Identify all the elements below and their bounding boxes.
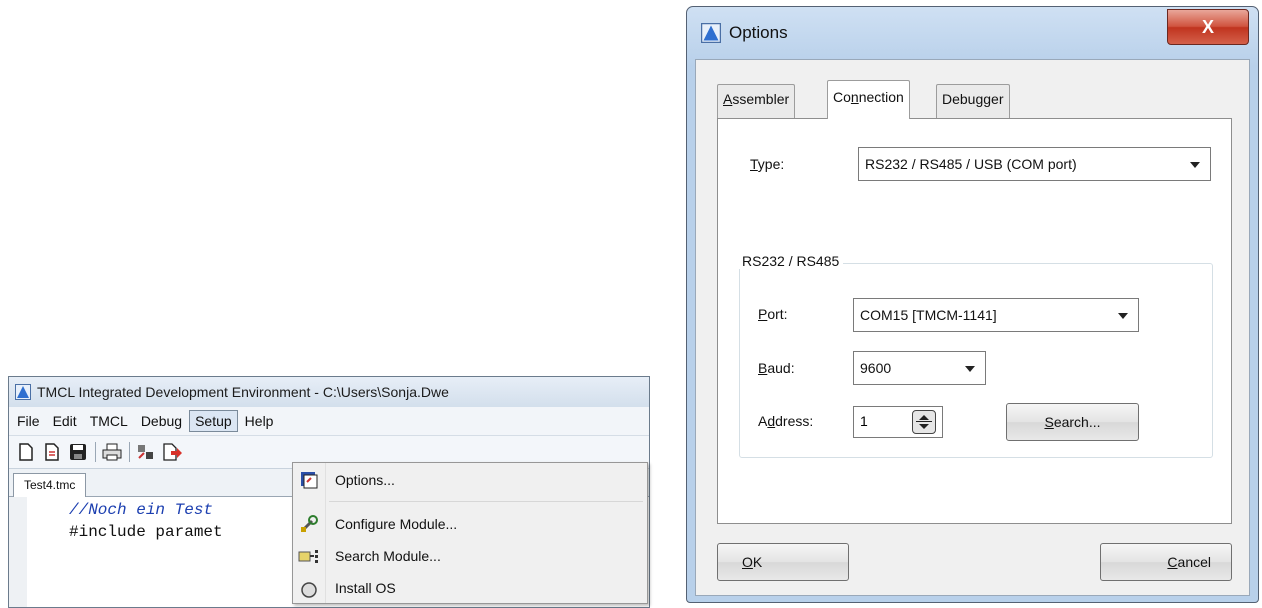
menu-item-options[interactable]: Options...	[293, 465, 647, 495]
menu-item-label: Configure Module...	[335, 516, 458, 532]
chevron-down-icon	[1190, 162, 1200, 168]
spin-arrows-icon[interactable]	[912, 410, 936, 434]
download-icon	[163, 443, 182, 461]
dialog-body: Assembler Connection Debugger Type: RS23…	[695, 59, 1250, 596]
menu-help[interactable]: Help	[239, 410, 280, 432]
baud-select[interactable]: 9600	[853, 351, 986, 385]
tab-debugger[interactable]: Debugger	[936, 84, 1010, 118]
save-button[interactable]	[67, 441, 89, 463]
print-button[interactable]	[101, 441, 123, 463]
chevron-down-icon	[1118, 313, 1128, 319]
baud-label: Baud:	[758, 360, 795, 376]
new-file-button[interactable]	[15, 441, 37, 463]
close-icon: X	[1201, 16, 1214, 37]
print-icon	[102, 443, 122, 461]
open-file-icon	[45, 443, 59, 461]
chevron-down-icon	[965, 366, 975, 372]
port-label: Port:	[758, 306, 788, 322]
code-line: #include paramet	[69, 523, 223, 541]
dialog-title-bar: Options	[701, 21, 788, 45]
close-button[interactable]: X	[1167, 9, 1249, 45]
options-icon	[301, 472, 318, 489]
tab-connection[interactable]: Connection	[827, 80, 910, 119]
ide-title: TMCL Integrated Development Environment …	[37, 384, 449, 400]
baud-select-value: 9600	[860, 360, 892, 376]
open-file-button[interactable]	[41, 441, 63, 463]
menu-file[interactable]: File	[11, 410, 46, 432]
download-button[interactable]	[161, 441, 183, 463]
toolbar-separator	[95, 442, 96, 462]
dialog-title: Options	[729, 23, 788, 42]
menu-edit[interactable]: Edit	[47, 410, 83, 432]
menu-debug[interactable]: Debug	[135, 410, 188, 432]
assemble-button[interactable]	[135, 441, 157, 463]
search-module-icon	[298, 550, 318, 563]
address-stepper[interactable]: 1	[853, 406, 943, 438]
setup-menu: Options... Configure Module... Search Mo…	[292, 462, 648, 604]
menu-item-label: Install OS	[335, 580, 396, 596]
ok-button[interactable]: OK	[717, 543, 849, 581]
menu-separator	[329, 501, 643, 502]
address-label: Address:	[758, 413, 814, 429]
tab-assembler[interactable]: Assembler	[717, 84, 796, 118]
type-select-value: RS232 / RS485 / USB (COM port)	[865, 156, 1077, 172]
type-label: Type:	[750, 156, 785, 172]
assemble-icon	[138, 445, 153, 459]
search-button[interactable]: Search...	[1006, 403, 1139, 441]
install-os-icon	[301, 582, 317, 598]
cancel-button[interactable]: Cancel	[1100, 543, 1232, 581]
port-select[interactable]: COM15 [TMCM-1141]	[853, 298, 1139, 332]
configure-module-icon	[300, 515, 318, 533]
connection-panel: Type: RS232 / RS485 / USB (COM port) RS2…	[717, 118, 1232, 524]
tab-test4[interactable]: Test4.tmc	[13, 473, 87, 498]
group-label: RS232 / RS485	[738, 253, 844, 269]
options-dialog: Options X Assembler Connection Debugger …	[686, 6, 1259, 603]
ide-menubar: File Edit TMCL Debug Setup Help	[9, 407, 649, 435]
menu-item-search-module[interactable]: Search Module...	[293, 541, 647, 571]
menu-item-install-os[interactable]: Install OS	[293, 573, 647, 603]
app-logo-icon	[15, 384, 31, 400]
address-value: 1	[860, 413, 868, 429]
port-select-value: COM15 [TMCM-1141]	[860, 307, 997, 323]
toolbar-separator	[129, 442, 130, 462]
type-select[interactable]: RS232 / RS485 / USB (COM port)	[858, 147, 1211, 181]
app-logo-icon	[701, 23, 721, 43]
menu-item-label: Search Module...	[335, 548, 441, 564]
save-icon	[70, 444, 86, 460]
menu-item-label: Options...	[335, 472, 395, 488]
code-line: //Noch ein Test	[69, 501, 214, 519]
menu-setup[interactable]: Setup	[189, 410, 238, 432]
menu-item-configure-module[interactable]: Configure Module...	[293, 509, 647, 539]
new-file-icon	[19, 443, 33, 461]
ide-title-bar: TMCL Integrated Development Environment …	[9, 377, 649, 407]
menu-tmcl[interactable]: TMCL	[84, 410, 134, 432]
